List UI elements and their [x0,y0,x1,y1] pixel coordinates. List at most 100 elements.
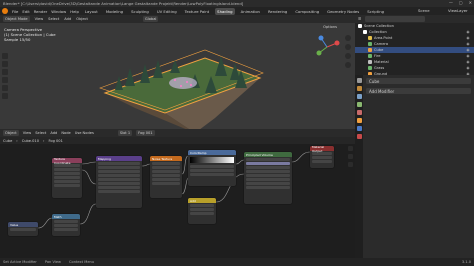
color-ramp-gradient[interactable] [190,157,234,163]
tab-modeling[interactable]: Modeling [104,8,125,15]
rotate-tool-icon[interactable] [2,77,8,83]
object-type-icon [368,54,372,58]
node-menu-node[interactable]: Node [61,131,70,135]
object-name-field[interactable]: Cube [366,78,471,84]
menu-render[interactable]: Render [34,9,48,14]
node-menu-select[interactable]: Select [35,131,46,135]
tab-sculpting[interactable]: Sculpting [129,8,151,15]
camera-view-icon[interactable] [345,53,351,59]
visibility-eye-icon[interactable]: ◉ [465,42,471,46]
visibility-eye-icon[interactable]: ◉ [465,66,471,70]
node-menu-view[interactable]: View [23,131,32,135]
zoom-icon[interactable] [348,146,353,151]
minimize-button[interactable]: — [449,0,453,5]
right-panel: ☰ Scene Collection Collection ◉ Area.Point… [355,15,474,266]
object-type-icon [368,36,372,40]
version-label: 3.1.0 [461,260,471,264]
menu-help[interactable]: Help [70,9,79,14]
visibility-eye-icon[interactable]: ◉ [465,30,471,34]
node-math[interactable]: Math [52,214,80,236]
outliner-header: ☰ [355,15,474,23]
material-tab-icon[interactable] [356,134,362,139]
visibility-eye-icon[interactable]: ◉ [465,36,471,40]
node-add[interactable]: Add [188,198,216,224]
tab-layout[interactable]: Layout [83,8,100,15]
add-modifier-button[interactable]: Add Modifier [366,88,471,94]
blender-logo-icon[interactable] [2,8,8,14]
visibility-eye-icon[interactable]: ◉ [465,48,471,52]
node-menu-add[interactable]: Add [50,131,57,135]
outliner-item-label: Grass [374,66,385,70]
tab-uv-editing[interactable]: UV Editing [155,8,179,15]
material-selector[interactable]: Fog 001 [136,130,155,136]
move-tool-icon[interactable] [2,69,8,75]
3d-viewport[interactable]: Camera Perspective (1) Scene Collection … [0,23,355,133]
mode-selector[interactable]: Object Mode [3,16,30,22]
tab-scripting[interactable]: Scripting [365,8,386,15]
node-color-ramp[interactable]: ColorRamp [188,150,236,186]
frame-all-icon[interactable] [348,162,353,167]
menu-file[interactable]: File [12,9,18,14]
transform-tool-icon[interactable] [2,93,8,99]
object-tab-icon[interactable] [356,118,362,123]
tab-animation[interactable]: Animation [239,8,262,15]
options-button[interactable]: Options [323,25,337,29]
tab-texture-paint[interactable]: Texture Paint [183,8,212,15]
viewport-menu-view[interactable]: View [35,17,44,21]
select-tool-icon[interactable] [2,53,8,59]
menu-edit[interactable]: Edit [22,9,29,14]
slot-selector[interactable]: Slot 1 [117,130,133,136]
viewport-menu-object[interactable]: Object [76,17,88,21]
visibility-eye-icon[interactable]: ◉ [465,60,471,64]
navigation-gizmo[interactable] [313,33,341,61]
node-value[interactable]: Value [8,222,38,236]
tab-compositing[interactable]: Compositing [293,8,321,15]
cursor-tool-icon[interactable] [2,61,8,67]
maximize-button[interactable]: ▢ [459,0,463,5]
node-noise-texture[interactable]: Noise Texture [150,156,182,198]
close-button[interactable]: ✕ [469,0,472,5]
properties-tabs [355,75,363,266]
scene-selector[interactable]: Scene [418,8,430,13]
node-editor-header: Object View Select Add Node Use Nodes Sl… [0,129,355,137]
scale-tool-icon[interactable] [2,85,8,91]
view-layer-selector[interactable]: ViewLayer [448,8,468,13]
node-principled-volume[interactable]: Principled Volume [244,152,292,204]
object-selector[interactable]: Object [3,130,19,136]
use-nodes-checkbox[interactable]: Use Nodes [75,131,94,135]
node-mapping[interactable]: Mapping [96,156,142,208]
zoom-icon[interactable] [345,35,351,41]
render-tab-icon[interactable] [356,86,362,91]
node-editor-canvas[interactable]: Texture Coordinate Mapping Noise Texture… [0,144,355,258]
tab-rendering[interactable]: Rendering [266,8,289,15]
node-title: Texture Coordinate [52,158,82,165]
tab-shading[interactable]: Shading [215,7,235,15]
node-title: Material Output [310,146,334,153]
object-type-icon [368,48,372,52]
node-title: ColorRamp [188,150,236,155]
viewport-menu-select[interactable]: Select [48,17,59,21]
tab-geometry-nodes[interactable]: Geometry Nodes [325,8,361,15]
ortho-toggle-icon[interactable] [345,62,351,68]
modifier-tab-icon[interactable] [356,126,362,131]
node-editor-nav [348,146,353,167]
viewport-header: Object Mode View Select Add Object Globa… [0,15,355,23]
output-tab-icon[interactable] [356,94,362,99]
outliner-item-label: Cube [374,48,384,52]
visibility-eye-icon[interactable]: ◉ [465,54,471,58]
node-material-output[interactable]: Material Output [310,146,334,168]
transform-orientation[interactable]: Global [142,16,159,22]
node-texture-coordinate[interactable]: Texture Coordinate [52,158,82,198]
world-tab-icon[interactable] [356,110,362,115]
scene-tab-icon[interactable] [356,102,362,107]
pan-icon[interactable] [348,154,353,159]
node-title: Mapping [96,156,142,161]
node-title: Add [188,198,216,203]
pan-icon[interactable] [345,44,351,50]
node-title: Principled Volume [244,152,292,157]
menu-window[interactable]: Window [51,9,66,14]
viewport-menu-add[interactable]: Add [64,17,71,21]
properties-editor: Cube Add Modifier [355,75,474,266]
outliner-search[interactable] [365,16,426,22]
tool-tab-icon[interactable] [356,78,362,83]
